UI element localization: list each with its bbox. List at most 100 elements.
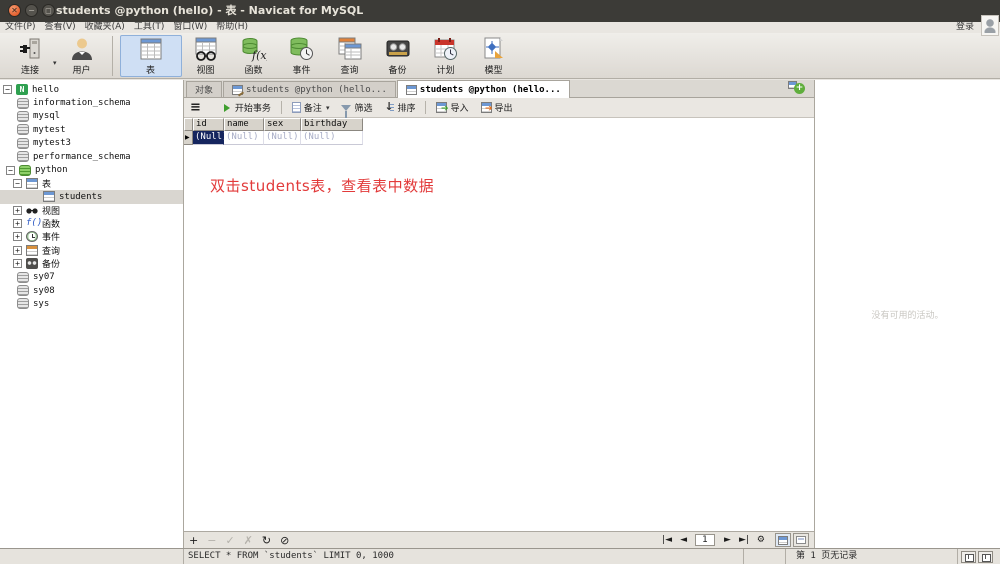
menu-file[interactable]: 文件(P) bbox=[5, 22, 35, 33]
menu-favorites[interactable]: 收藏夹(A) bbox=[85, 22, 125, 33]
tree-item-sys[interactable]: sys bbox=[0, 297, 183, 310]
window-maximize-button[interactable]: ◻ bbox=[42, 4, 55, 17]
menu-window[interactable]: 窗口(W) bbox=[173, 22, 207, 33]
connection-tree: hello information_schema mysql mytest my… bbox=[0, 80, 184, 548]
tree-item-mytest3[interactable]: mytest3 bbox=[0, 137, 183, 150]
connection-dropdown-caret[interactable]: ▾ bbox=[53, 59, 57, 67]
cell-id[interactable]: (Null) bbox=[193, 131, 224, 145]
schedule-button[interactable]: 计划 bbox=[422, 35, 470, 77]
expand-icon[interactable] bbox=[13, 219, 22, 228]
grid-menu-icon[interactable]: ≡ bbox=[190, 100, 201, 115]
add-record-button[interactable]: + bbox=[189, 533, 198, 548]
view-icon bbox=[193, 36, 219, 63]
event-button[interactable]: 事件 bbox=[278, 35, 326, 77]
tree-item-performance-schema[interactable]: performance_schema bbox=[0, 150, 183, 163]
status-record-info: 第 1 页无记录 bbox=[786, 549, 958, 564]
tree-label: students bbox=[59, 192, 102, 202]
pagination: |◄ ◄ 1 ► ►| ⚙ bbox=[662, 533, 809, 548]
prev-page-button[interactable]: ◄ bbox=[680, 533, 687, 548]
toggle-left-pane-button[interactable] bbox=[961, 551, 976, 563]
first-page-button[interactable]: |◄ bbox=[662, 533, 672, 548]
next-page-button[interactable]: ► bbox=[724, 533, 731, 548]
sort-button[interactable]: 排序 bbox=[378, 99, 421, 117]
expand-icon[interactable] bbox=[13, 232, 22, 241]
menu-view[interactable]: 查看(V) bbox=[44, 22, 75, 33]
tree-item-events[interactable]: 事件 bbox=[0, 230, 183, 243]
tree-item-tables[interactable]: 表 bbox=[0, 177, 183, 190]
cell-birthday[interactable]: (Null) bbox=[301, 131, 363, 145]
collapse-icon[interactable] bbox=[13, 179, 22, 188]
begin-transaction-button[interactable]: 开始事务 bbox=[215, 99, 277, 117]
tab-open-table[interactable]: students @python (hello... bbox=[397, 80, 570, 98]
row-selector-header bbox=[184, 118, 193, 131]
user-button[interactable]: 用户 bbox=[59, 35, 105, 77]
note-icon bbox=[292, 102, 301, 113]
new-tab-button[interactable]: + bbox=[786, 81, 808, 96]
settings-gear-button[interactable]: ⚙ bbox=[757, 533, 765, 548]
tree-item-students[interactable]: students bbox=[0, 190, 183, 203]
note-button[interactable]: 备注 ▾ bbox=[286, 99, 336, 117]
expand-icon[interactable] bbox=[13, 259, 22, 268]
column-header-birthday[interactable]: birthday bbox=[301, 118, 363, 131]
column-header-id[interactable]: id bbox=[193, 118, 224, 131]
column-header-name[interactable]: name bbox=[224, 118, 264, 131]
apply-changes-button[interactable]: ✓ bbox=[225, 533, 234, 548]
backup-button[interactable]: 备份 bbox=[374, 35, 422, 77]
no-activity-text: 没有可用的活动。 bbox=[815, 308, 1000, 321]
design-table-icon bbox=[232, 85, 243, 95]
tab-label: students @python (hello... bbox=[420, 85, 561, 95]
user-account-button[interactable] bbox=[981, 15, 999, 36]
toggle-right-pane-button[interactable] bbox=[978, 551, 993, 563]
menu-help[interactable]: 帮助(H) bbox=[216, 22, 248, 33]
connection-button[interactable]: 连接 bbox=[5, 35, 55, 77]
filter-button[interactable]: 筛选 bbox=[335, 99, 378, 117]
tree-item-sy08[interactable]: sy08 bbox=[0, 284, 183, 297]
tree-item-hello[interactable]: hello bbox=[0, 83, 183, 96]
tree-label: mytest3 bbox=[33, 138, 71, 148]
window-minimize-button[interactable]: − bbox=[25, 4, 38, 17]
view-button[interactable]: 视图 bbox=[182, 35, 230, 77]
refresh-button[interactable]: ↻ bbox=[262, 533, 271, 548]
tree-item-information-schema[interactable]: information_schema bbox=[0, 96, 183, 109]
tree-item-mysql[interactable]: mysql bbox=[0, 110, 183, 123]
column-header-sex[interactable]: sex bbox=[264, 118, 301, 131]
tree-item-backups[interactable]: 备份 bbox=[0, 257, 183, 270]
delete-record-button[interactable]: − bbox=[207, 533, 216, 548]
tree-item-views[interactable]: 视图 bbox=[0, 204, 183, 217]
export-button[interactable]: 导出 bbox=[475, 99, 519, 117]
schedule-label: 计划 bbox=[437, 63, 455, 76]
query-icon bbox=[337, 36, 363, 63]
collapse-icon[interactable] bbox=[6, 166, 15, 175]
login-link[interactable]: 登录 bbox=[956, 22, 974, 33]
stop-button[interactable]: ⊘ bbox=[280, 533, 289, 548]
grid-view-toggle[interactable] bbox=[775, 533, 791, 547]
cell-name[interactable]: (Null) bbox=[224, 131, 264, 145]
filter-label: 筛选 bbox=[354, 101, 372, 114]
tab-objects[interactable]: 对象 bbox=[186, 81, 222, 97]
tree-item-mytest[interactable]: mytest bbox=[0, 123, 183, 136]
model-button[interactable]: 模型 bbox=[470, 35, 518, 77]
last-page-button[interactable]: ►| bbox=[739, 533, 749, 548]
tree-item-python[interactable]: python bbox=[0, 163, 183, 176]
row-marker[interactable] bbox=[184, 131, 193, 145]
page-number-input[interactable]: 1 bbox=[695, 534, 715, 546]
form-view-toggle[interactable] bbox=[793, 533, 809, 547]
grid-view-icon bbox=[778, 536, 788, 545]
import-button[interactable]: 导入 bbox=[430, 99, 474, 117]
tab-design-table[interactable]: students @python (hello... bbox=[223, 81, 396, 97]
collapse-icon[interactable] bbox=[3, 85, 12, 94]
tree-item-sy07[interactable]: sy07 bbox=[0, 270, 183, 283]
expand-icon[interactable] bbox=[13, 246, 22, 255]
function-button[interactable]: f(x) 函数 bbox=[230, 35, 278, 77]
tree-item-functions[interactable]: 函数 bbox=[0, 217, 183, 230]
tree-item-queries[interactable]: 查询 bbox=[0, 244, 183, 257]
menu-tools[interactable]: 工具(T) bbox=[134, 22, 165, 33]
database-icon bbox=[17, 285, 29, 296]
expand-icon[interactable] bbox=[13, 206, 22, 215]
table-button[interactable]: 表 bbox=[120, 35, 182, 77]
discard-changes-button[interactable]: ✗ bbox=[244, 533, 253, 548]
window-close-button[interactable]: ✕ bbox=[8, 4, 21, 17]
query-button[interactable]: 查询 bbox=[326, 35, 374, 77]
cell-sex[interactable]: (Null) bbox=[264, 131, 301, 145]
note-dropdown-caret[interactable]: ▾ bbox=[326, 104, 330, 112]
